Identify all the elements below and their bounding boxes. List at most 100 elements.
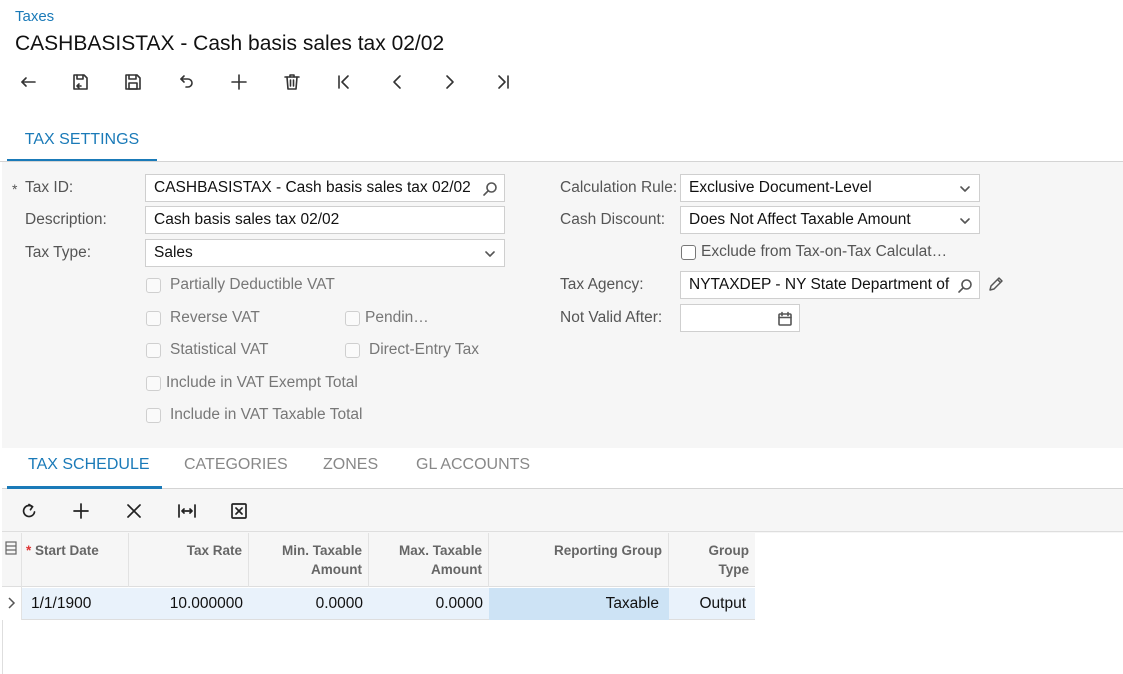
previous-record-button[interactable] <box>383 68 411 96</box>
description-field[interactable]: Cash basis sales tax 02/02 <box>145 206 505 234</box>
reverse-vat-checkbox[interactable] <box>146 311 161 326</box>
required-marker: * <box>26 543 32 558</box>
vat-taxable-total-checkbox[interactable] <box>146 408 161 423</box>
col-tax-rate[interactable]: Tax Rate <box>129 533 249 587</box>
tax-id-value: CASHBASISTAX - Cash basis sales tax 02/0… <box>154 179 471 196</box>
col-min-taxable-label-2: Amount <box>311 562 362 577</box>
tab-zones[interactable]: ZONES <box>323 456 378 474</box>
col-min-taxable-label-1: Min. Taxable <box>281 543 362 558</box>
last-record-button[interactable] <box>489 68 517 96</box>
back-button[interactable] <box>14 68 42 96</box>
cell-group-type[interactable]: Output <box>669 588 755 620</box>
col-max-taxable[interactable]: Max. Taxable Amount <box>369 533 489 587</box>
tax-type-label: Tax Type: <box>25 244 92 261</box>
tax-type-value: Sales <box>154 244 193 261</box>
save-icon <box>125 74 141 90</box>
exclude-tax-on-tax-checkbox[interactable] <box>681 245 696 260</box>
close-icon <box>127 504 141 518</box>
col-start-date[interactable]: * Start Date <box>22 533 129 587</box>
tax-type-select[interactable]: Sales <box>145 239 505 267</box>
save-button[interactable] <box>119 68 147 96</box>
pending-label: Pendin… <box>365 309 429 326</box>
delete-button[interactable] <box>278 68 306 96</box>
back-icon <box>21 77 36 87</box>
vat-taxable-total-label: Include in VAT Taxable Total <box>170 406 363 423</box>
calculation-rule-label: Calculation Rule: <box>560 179 678 196</box>
description-label: Description: <box>25 211 107 228</box>
excel-icon <box>231 503 247 519</box>
calculation-rule-select[interactable]: Exclusive Document-Level <box>680 174 980 202</box>
search-icon[interactable] <box>957 277 973 293</box>
col-group-type[interactable]: Group Type <box>669 533 755 587</box>
partially-deductible-label: Partially Deductible VAT <box>170 276 335 293</box>
sub-tabs-bar <box>2 448 1123 489</box>
col-reporting-group-label: Reporting Group <box>554 543 662 558</box>
delete-row-button[interactable] <box>121 498 147 524</box>
cash-discount-label: Cash Discount: <box>560 211 666 228</box>
fit-columns-button[interactable] <box>174 498 200 524</box>
undo-icon <box>180 75 193 88</box>
col-tax-rate-label: Tax Rate <box>186 543 242 558</box>
first-icon <box>338 75 349 89</box>
col-max-taxable-label-2: Amount <box>431 562 482 577</box>
next-record-button[interactable] <box>436 68 464 96</box>
tax-id-field[interactable]: CASHBASISTAX - Cash basis sales tax 02/0… <box>145 174 505 202</box>
column-config-icon[interactable] <box>5 541 17 555</box>
previous-icon <box>393 75 401 89</box>
tab-gl-accounts[interactable]: GL ACCOUNTS <box>416 456 530 474</box>
refresh-button[interactable] <box>16 498 42 524</box>
partially-deductible-checkbox[interactable] <box>146 278 161 293</box>
col-min-taxable[interactable]: Min. Taxable Amount <box>249 533 369 587</box>
next-icon <box>446 75 454 89</box>
breadcrumb[interactable]: Taxes <box>15 8 54 25</box>
search-icon[interactable] <box>482 180 498 196</box>
statistical-vat-label: Statistical VAT <box>170 341 269 358</box>
grid-toolbar <box>2 490 1123 532</box>
page-title: CASHBASISTAX - Cash basis sales tax 02/0… <box>15 32 445 55</box>
calculation-rule-value: Exclusive Document-Level <box>689 179 872 196</box>
not-valid-after-date-field[interactable] <box>680 304 800 332</box>
tax-agency-label: Tax Agency: <box>560 276 644 293</box>
cell-reporting-group[interactable]: Taxable <box>489 588 669 620</box>
export-excel-button[interactable] <box>226 498 252 524</box>
tab-tax-schedule[interactable]: TAX SCHEDULE <box>28 456 150 474</box>
chevron-down-icon <box>957 212 973 228</box>
description-value: Cash basis sales tax 02/02 <box>154 211 340 228</box>
cell-start-date[interactable]: 1/1/1900 <box>31 588 91 620</box>
tab-categories[interactable]: CATEGORIES <box>184 456 288 474</box>
add-icon <box>73 503 89 519</box>
tab-tax-settings[interactable]: TAX SETTINGS <box>7 124 157 162</box>
cell-max-taxable[interactable]: 0.0000 <box>369 588 483 620</box>
save-close-button[interactable] <box>66 68 94 96</box>
add-row-button[interactable] <box>68 498 94 524</box>
statistical-vat-checkbox[interactable] <box>146 343 161 358</box>
direct-entry-tax-label: Direct-Entry Tax <box>369 341 479 358</box>
col-reporting-group[interactable]: Reporting Group <box>489 533 669 587</box>
not-valid-after-label: Not Valid After: <box>560 309 663 326</box>
cell-min-taxable[interactable]: 0.0000 <box>249 588 363 620</box>
first-record-button[interactable] <box>330 68 358 96</box>
chevron-right-icon <box>6 596 16 610</box>
cash-discount-select[interactable]: Does Not Affect Taxable Amount <box>680 206 980 234</box>
delete-icon <box>284 74 300 90</box>
tax-agency-value: NYTAXDEP - NY State Department of <box>689 276 950 293</box>
chevron-down-icon <box>957 180 973 196</box>
add-button[interactable] <box>225 68 253 96</box>
tax-agency-field[interactable]: NYTAXDEP - NY State Department of <box>680 271 980 299</box>
edit-pencil-icon[interactable] <box>987 275 1007 295</box>
last-icon <box>498 75 509 89</box>
required-marker: * <box>12 181 18 197</box>
vat-exempt-total-checkbox[interactable] <box>146 376 161 391</box>
add-icon <box>231 74 247 90</box>
refresh-icon <box>22 503 36 518</box>
cash-discount-value: Does Not Affect Taxable Amount <box>689 211 911 228</box>
cell-tax-rate[interactable]: 10.000000 <box>129 588 243 620</box>
col-group-type-label-2: Type <box>718 562 749 577</box>
reverse-vat-label: Reverse VAT <box>170 309 260 326</box>
undo-button[interactable] <box>172 68 200 96</box>
direct-entry-tax-checkbox[interactable] <box>345 343 360 358</box>
save-close-icon <box>73 74 88 90</box>
col-start-date-label: Start Date <box>35 543 99 558</box>
calendar-icon[interactable] <box>777 310 793 326</box>
pending-checkbox[interactable] <box>345 311 360 326</box>
